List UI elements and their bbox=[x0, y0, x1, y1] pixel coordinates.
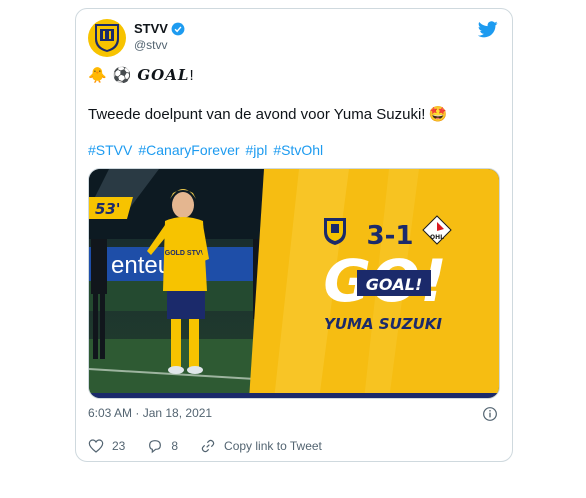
goal-label-text: GOAL! bbox=[366, 275, 423, 294]
stvv-crest-icon bbox=[95, 24, 119, 52]
tweet-line-goal: 🐥 ⚽ GOAL! bbox=[88, 66, 194, 84]
info-icon[interactable] bbox=[482, 406, 498, 427]
bottom-bar bbox=[89, 393, 499, 398]
tweet-text-body: Tweede doelpunt van de avond voor Yuma S… bbox=[88, 105, 426, 123]
verified-badge-icon bbox=[171, 22, 185, 35]
heart-icon bbox=[88, 439, 104, 453]
chick-emoji: 🐥 bbox=[88, 67, 107, 84]
hashtag-jpl[interactable]: #jpl bbox=[246, 142, 268, 158]
reply-icon bbox=[149, 440, 162, 454]
tweet-text: Tweede doelpunt van de avond voor Yuma S… bbox=[88, 105, 448, 124]
tweet-actions: 23 8 Copy link to Tweet bbox=[88, 438, 344, 454]
star-struck-emoji: 🤩 bbox=[428, 106, 448, 123]
reply-button[interactable]: 8 bbox=[147, 438, 178, 454]
goal-word: GOAL bbox=[137, 66, 190, 84]
reply-count: 8 bbox=[171, 439, 179, 453]
goal-graphic: enteur GOLD STVV 53' 3-1 OHL GOAL! YUMA … bbox=[89, 169, 499, 398]
soccer-ball-emoji: ⚽ bbox=[112, 67, 132, 84]
minute-text: 53' bbox=[95, 200, 120, 218]
svg-text:OHL: OHL bbox=[430, 234, 444, 241]
copy-link-label: Copy link to Tweet bbox=[224, 439, 322, 453]
copy-link-button[interactable]: Copy link to Tweet bbox=[200, 438, 322, 454]
hashtag-canaryforever[interactable]: #CanaryForever bbox=[138, 142, 239, 158]
author-name-text: STVV bbox=[134, 21, 168, 36]
author-name[interactable]: STVV bbox=[134, 21, 185, 36]
tweet-timestamp[interactable]: 6:03 AM · Jan 18, 2021 bbox=[88, 406, 212, 420]
tweet-card[interactable]: STVV @stvv 🐥 ⚽ GOAL! Tweede doelpunt van… bbox=[75, 8, 513, 462]
hashtags: #STVV #CanaryForever #jpl #StvOhl bbox=[88, 142, 323, 158]
hashtag-stvv[interactable]: #STVV bbox=[88, 142, 132, 158]
like-count: 23 bbox=[112, 439, 126, 453]
shirt-sponsor: GOLD STVV bbox=[165, 250, 206, 257]
twitter-bird-icon[interactable] bbox=[477, 21, 498, 43]
tweet-media-image[interactable]: enteur GOLD STVV 53' 3-1 OHL GOAL! YUMA … bbox=[88, 168, 500, 399]
avatar[interactable] bbox=[88, 19, 126, 57]
scorer-name: YUMA SUZUKI bbox=[324, 315, 442, 333]
author-handle[interactable]: @stvv bbox=[134, 38, 168, 52]
goal-bang: ! bbox=[189, 67, 194, 84]
hashtag-stvohl[interactable]: #StvOhl bbox=[273, 142, 323, 158]
link-icon bbox=[201, 439, 215, 453]
like-button[interactable]: 23 bbox=[88, 438, 125, 454]
